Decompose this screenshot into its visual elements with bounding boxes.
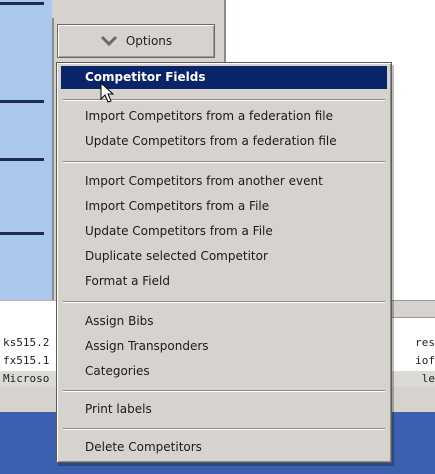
panel-line [0,100,44,103]
menu-item-duplicate[interactable]: Duplicate selected Competitor [61,245,387,268]
menu-separator [63,390,385,392]
toolbar-strip [52,0,224,18]
scrollbar-thumb[interactable] [390,300,435,318]
list-item-left: Microso [3,372,50,385]
menu-item-delete[interactable]: Delete Competitors [61,436,387,459]
menu-item-import-federation[interactable]: Import Competitors from a federation fil… [61,105,387,128]
list-item-left: ks515.2 [3,336,50,349]
options-label: Options [125,34,173,48]
menu-separator [63,301,385,303]
panel-line [0,158,44,161]
app-screen: ks515.2 res fx515.1 iof Microso le Optio… [0,0,435,474]
list-item-right: iof [415,354,435,367]
list-item-right: le [421,372,435,385]
options-menu: Competitor Fields Import Competitors fro… [56,62,392,463]
list-item-right: res [415,336,435,349]
menu-separator [63,428,385,430]
menu-item-format-field[interactable]: Format a Field [61,270,387,293]
options-button[interactable]: Options [57,24,215,58]
panel-line [0,232,44,235]
menu-item-import-event[interactable]: Import Competitors from another event [61,170,387,193]
menu-item-update-federation[interactable]: Update Competitors from a federation fil… [61,130,387,153]
left-panel [0,0,54,300]
menu-item-assign-bibs[interactable]: Assign Bibs [61,310,387,333]
menu-item-print-labels[interactable]: Print labels [61,398,387,421]
chevron-down-icon [100,35,117,47]
mouse-pointer-icon [100,82,115,103]
menu-item-assign-transponders[interactable]: Assign Transponders [61,335,387,358]
menu-separator [63,161,385,163]
menu-item-update-file[interactable]: Update Competitors from a File [61,220,387,243]
menu-item-categories[interactable]: Categories [61,360,387,383]
menu-item-import-file[interactable]: Import Competitors from a File [61,195,387,218]
panel-line [0,2,44,5]
list-item-left: fx515.1 [3,354,50,367]
